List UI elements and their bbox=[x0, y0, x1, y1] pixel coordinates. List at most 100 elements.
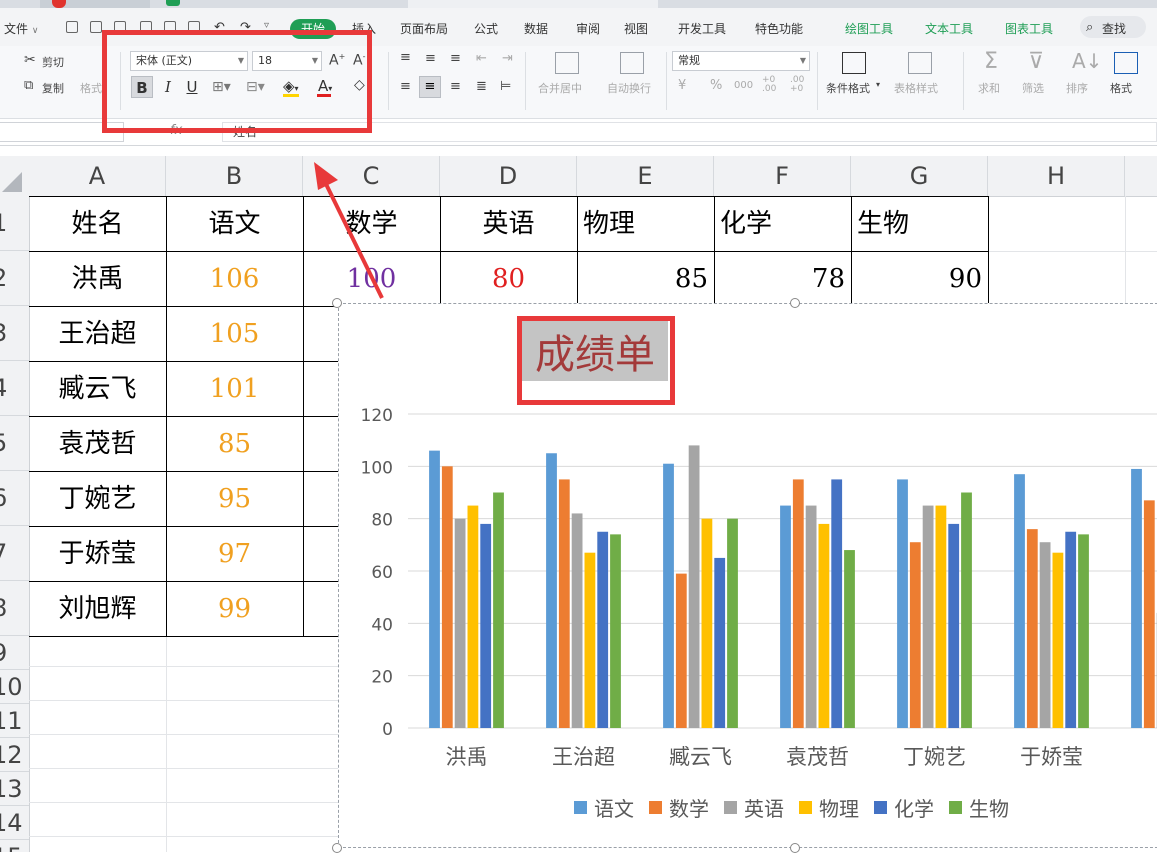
format-button[interactable]: 格式 bbox=[1110, 80, 1132, 96]
cell-b4[interactable]: 101 bbox=[166, 362, 303, 416]
tab-data[interactable]: 数据 bbox=[524, 20, 548, 37]
filter-button[interactable]: 筛选 bbox=[1022, 80, 1044, 96]
row-header[interactable]: 9 bbox=[0, 636, 29, 670]
row-header[interactable]: 4 bbox=[0, 361, 29, 416]
cell-e2[interactable]: 85 bbox=[577, 252, 714, 306]
column-header-d[interactable]: D bbox=[440, 156, 577, 196]
cell-b7[interactable]: 97 bbox=[166, 527, 303, 581]
auto-wrap-button[interactable]: 自动换行 bbox=[607, 80, 651, 96]
row-header[interactable]: 13 bbox=[0, 772, 29, 806]
align-right-icon[interactable]: ≡ bbox=[450, 79, 461, 94]
column-header-g[interactable]: G bbox=[851, 156, 988, 196]
cell-g2[interactable]: 90 bbox=[851, 252, 988, 306]
indent-increase-icon[interactable]: ⇥ bbox=[502, 51, 513, 66]
cell-b2[interactable]: 106 bbox=[166, 252, 303, 306]
distribute-icon[interactable]: ⊨ bbox=[500, 79, 511, 94]
menu-file[interactable]: 文件 ∨ bbox=[4, 20, 38, 37]
tab-text-tools[interactable]: 文本工具 bbox=[925, 20, 973, 37]
align-center-icon[interactable]: ≡ bbox=[419, 76, 441, 98]
cell-b3[interactable]: 105 bbox=[166, 307, 303, 361]
bar bbox=[546, 453, 557, 728]
sum-button[interactable]: 求和 bbox=[978, 80, 1000, 96]
plot-area[interactable]: 020406080100120洪禹王治超臧云飞袁茂哲丁婉艺于娇莹刘语文数学英语物… bbox=[361, 406, 1157, 821]
tab-drawing-tools[interactable]: 绘图工具 bbox=[845, 20, 893, 37]
table-style-button[interactable]: 表格样式 bbox=[894, 80, 938, 96]
sort-button[interactable]: 排序 bbox=[1066, 80, 1088, 96]
cell-b8[interactable]: 99 bbox=[166, 582, 303, 636]
justify-icon[interactable]: ≣ bbox=[476, 79, 487, 94]
currency-button[interactable]: ¥ bbox=[678, 78, 686, 93]
row-header[interactable]: 6 bbox=[0, 471, 29, 526]
cell-a1[interactable]: 姓名 bbox=[29, 197, 166, 251]
column-header-b[interactable]: B bbox=[166, 156, 303, 196]
search-box[interactable]: ⌕ 查找 bbox=[1080, 16, 1146, 38]
row-header[interactable]: 7 bbox=[0, 526, 29, 581]
cell-g1[interactable]: 生物 bbox=[851, 197, 988, 251]
row-header[interactable]: 14 bbox=[0, 806, 29, 840]
annotation-highlight-font-group bbox=[102, 30, 372, 133]
cell-b1[interactable]: 语文 bbox=[166, 197, 303, 251]
cut-button[interactable]: 剪切 bbox=[42, 54, 64, 70]
row-header[interactable]: 11 bbox=[0, 704, 29, 738]
x-tick-label: 王治超 bbox=[552, 745, 615, 769]
conditional-format-button[interactable]: 条件格式 bbox=[826, 80, 870, 96]
tab-formula[interactable]: 公式 bbox=[474, 20, 498, 37]
cell-b5[interactable]: 85 bbox=[166, 417, 303, 471]
tab-page-layout[interactable]: 页面布局 bbox=[400, 20, 448, 37]
chart-object[interactable]: 成绩单 020406080100120洪禹王治超臧云飞袁茂哲丁婉艺于娇莹刘语文数… bbox=[338, 303, 1157, 848]
row-header[interactable]: 8 bbox=[0, 581, 29, 636]
cell-d2[interactable]: 80 bbox=[440, 252, 577, 306]
cell-e1[interactable]: 物理 bbox=[577, 197, 714, 251]
cell-f2[interactable]: 78 bbox=[714, 252, 851, 306]
document-tab[interactable] bbox=[408, 0, 658, 8]
row-header[interactable]: 5 bbox=[0, 416, 29, 471]
cell-a8[interactable]: 刘旭辉 bbox=[29, 582, 166, 636]
decrease-decimal-button[interactable]: .00 +0 bbox=[790, 76, 810, 94]
open-folder-icon[interactable] bbox=[90, 21, 102, 33]
cell-a2[interactable]: 洪禹 bbox=[29, 252, 166, 306]
format-painter-button[interactable]: 格式 bbox=[80, 80, 102, 96]
merge-center-button[interactable]: 合并居中 bbox=[538, 80, 582, 96]
column-header-h[interactable]: H bbox=[988, 156, 1125, 196]
align-top-icon[interactable]: ≡ bbox=[400, 51, 411, 64]
cell-f1[interactable]: 化学 bbox=[714, 197, 851, 251]
resize-handle[interactable] bbox=[790, 298, 800, 308]
select-all-corner[interactable] bbox=[0, 156, 29, 196]
bar bbox=[897, 479, 908, 728]
tab-review[interactable]: 审阅 bbox=[576, 20, 600, 37]
align-left-icon[interactable]: ≡ bbox=[400, 79, 411, 94]
tab-special-features[interactable]: 特色功能 bbox=[755, 20, 803, 37]
bar bbox=[923, 506, 934, 728]
tab-chart-tools[interactable]: 图表工具 bbox=[1005, 20, 1053, 37]
increase-decimal-button[interactable]: +0 .00 bbox=[762, 76, 782, 94]
thousand-separator-button[interactable]: 000 bbox=[734, 80, 753, 91]
row-header[interactable]: 3 bbox=[0, 306, 29, 361]
row-header[interactable]: 12 bbox=[0, 738, 29, 772]
cell-a6[interactable]: 丁婉艺 bbox=[29, 472, 166, 526]
legend-swatch bbox=[874, 801, 887, 814]
cell-a3[interactable]: 王治超 bbox=[29, 307, 166, 361]
indent-decrease-icon[interactable]: ⇤ bbox=[476, 51, 487, 66]
number-format-select[interactable]: 常规▼ bbox=[672, 51, 810, 71]
tab-view[interactable]: 视图 bbox=[624, 20, 648, 37]
chart-svg: 成绩单 020406080100120洪禹王治超臧云飞袁茂哲丁婉艺于娇莹刘语文数… bbox=[339, 304, 1157, 849]
row-header[interactable]: 2 bbox=[0, 251, 29, 306]
cell-a5[interactable]: 袁茂哲 bbox=[29, 417, 166, 471]
percent-button[interactable]: % bbox=[710, 78, 722, 93]
column-header-e[interactable]: E bbox=[577, 156, 714, 196]
align-bottom-icon[interactable]: ≡ bbox=[450, 51, 461, 66]
cell-a4[interactable]: 臧云飞 bbox=[29, 362, 166, 416]
align-middle-icon[interactable]: ≡ bbox=[425, 51, 436, 66]
row-number: 14 bbox=[0, 806, 23, 840]
row-header[interactable]: 15 bbox=[0, 840, 29, 852]
row-header[interactable]: 1 bbox=[0, 196, 29, 251]
column-header-f[interactable]: F bbox=[714, 156, 851, 196]
tab-developer[interactable]: 开发工具 bbox=[678, 20, 726, 37]
column-header-a[interactable]: A bbox=[29, 156, 166, 196]
cell-b6[interactable]: 95 bbox=[166, 472, 303, 526]
cell-d1[interactable]: 英语 bbox=[440, 197, 577, 251]
row-header[interactable]: 10 bbox=[0, 670, 29, 704]
new-file-icon[interactable] bbox=[66, 21, 78, 33]
copy-button[interactable]: 复制 bbox=[42, 80, 64, 96]
cell-a7[interactable]: 于娇莹 bbox=[29, 527, 166, 581]
